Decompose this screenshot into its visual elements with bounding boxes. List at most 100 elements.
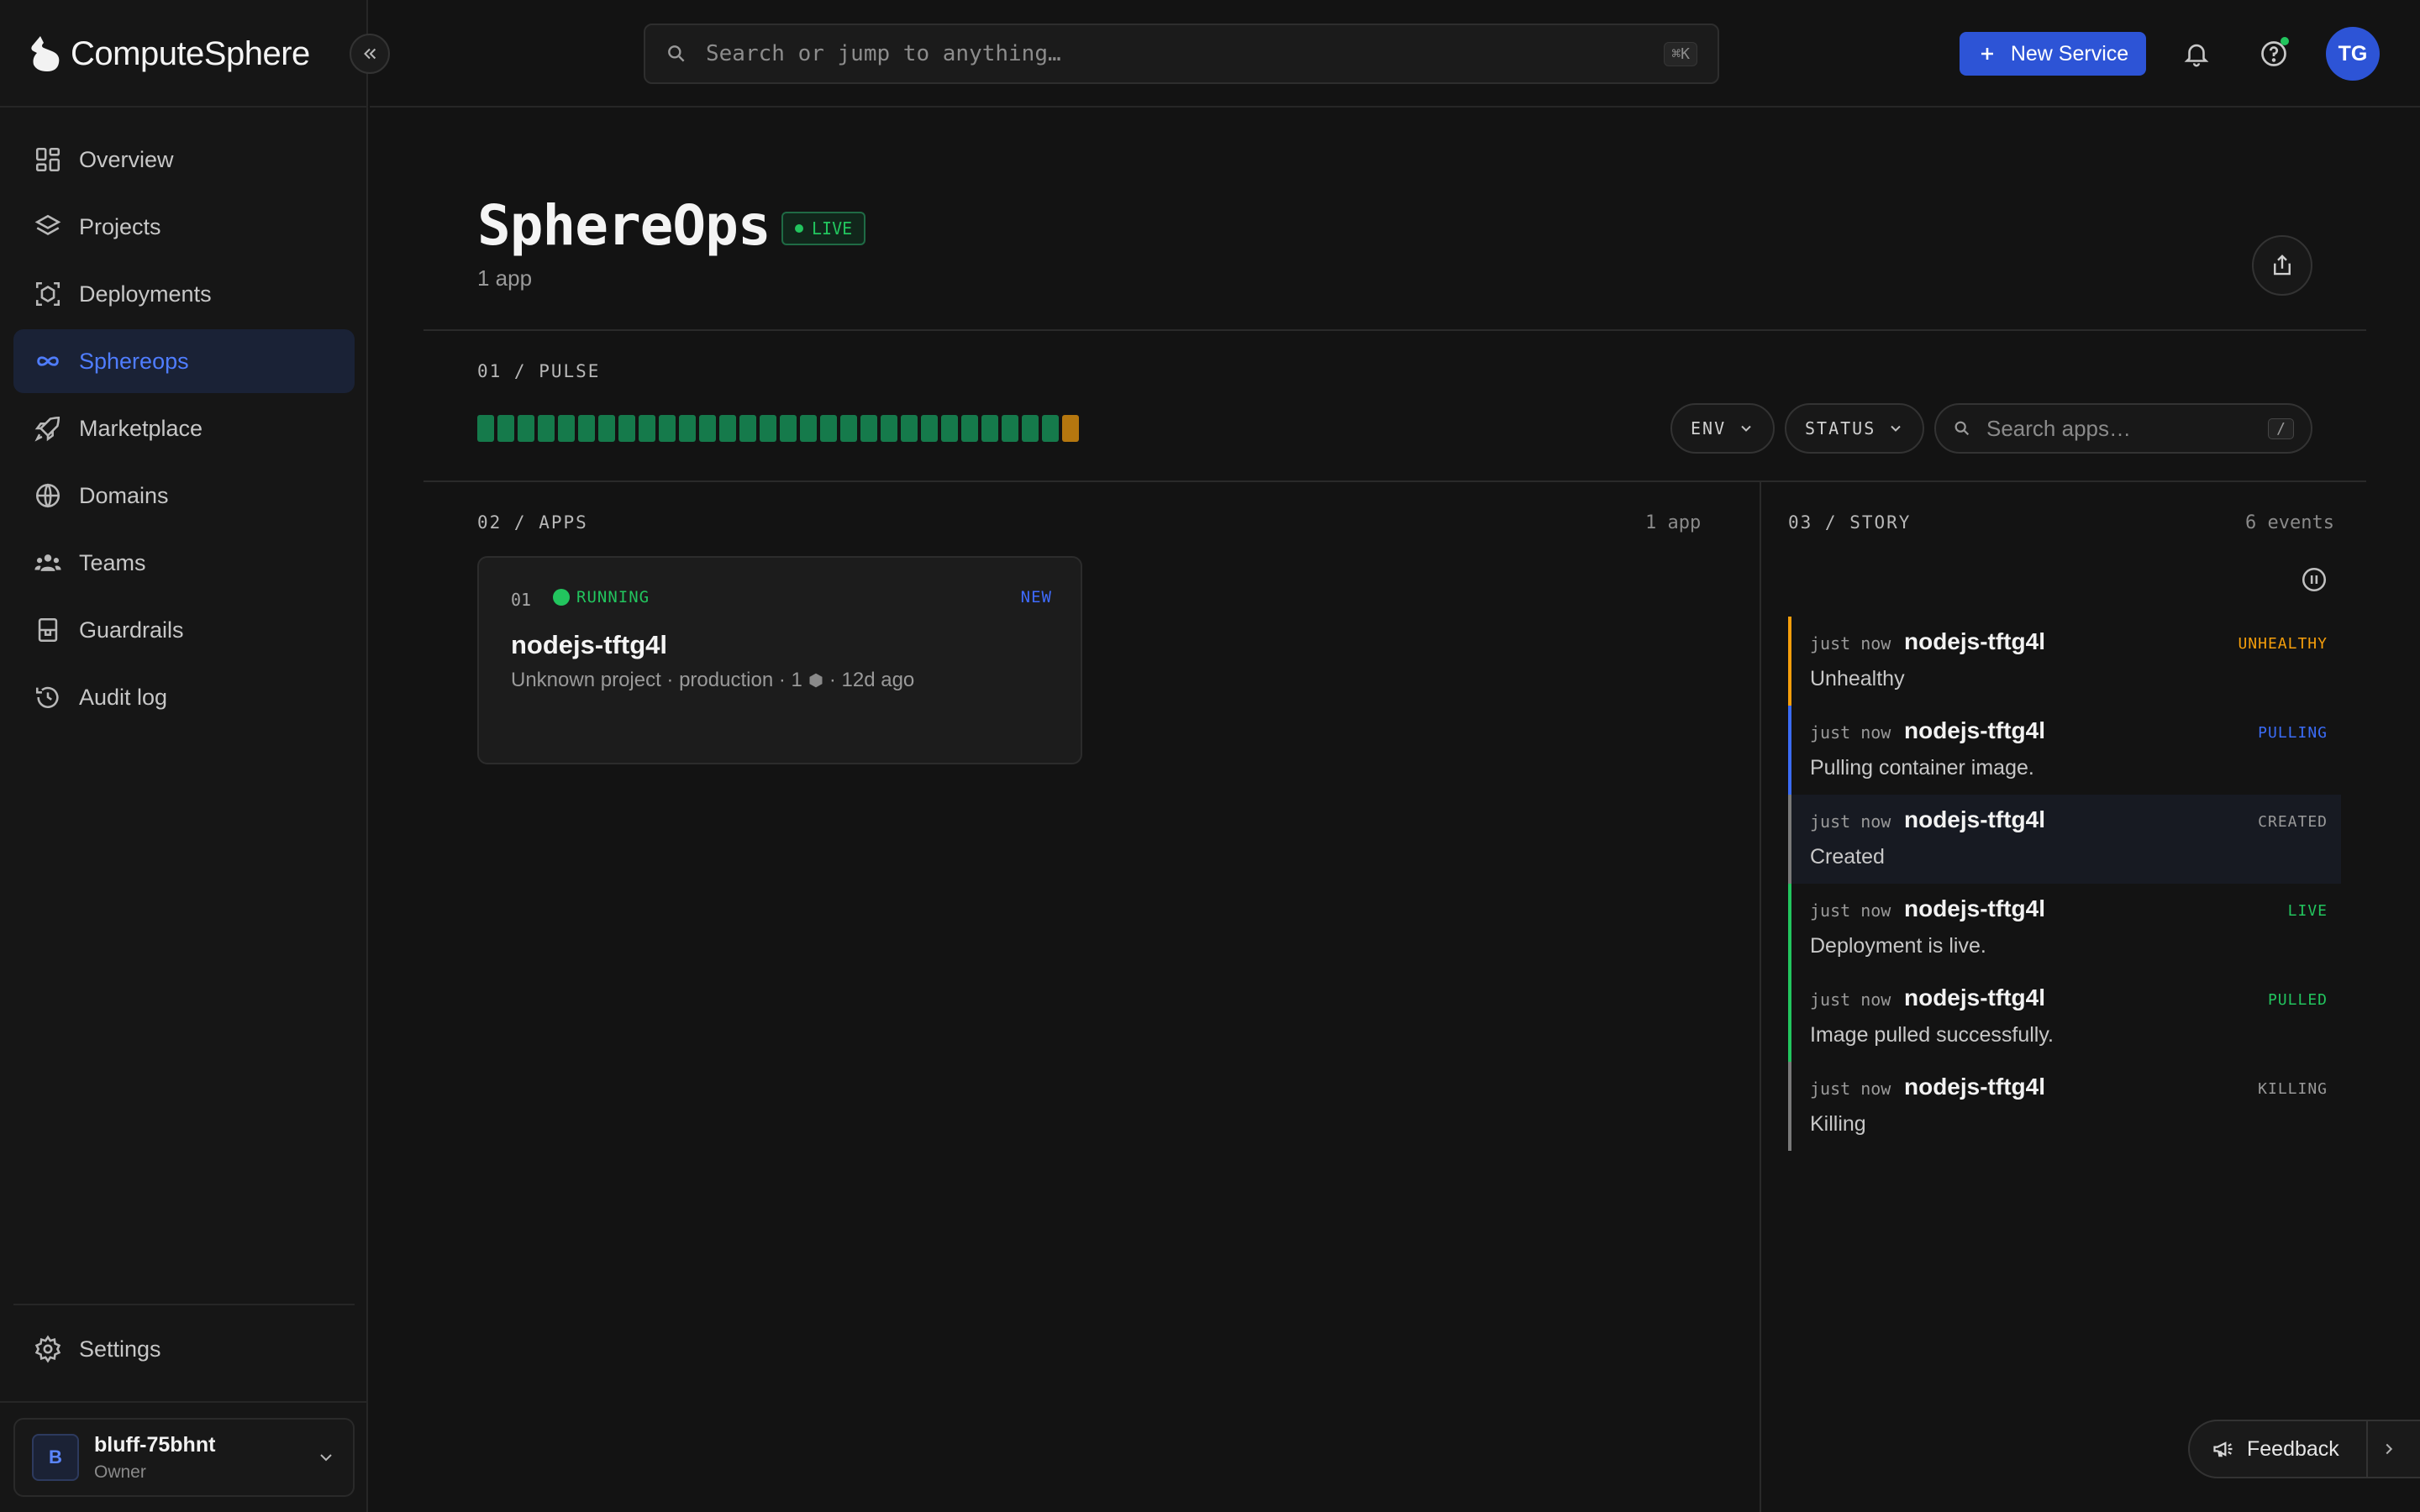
app-card[interactable]: 01 RUNNING NEW nodejs-tftg4l Unknown pro… — [477, 556, 1082, 764]
story-event-list: just now nodejs-tftg4l UNHEALTHY Unhealt… — [1788, 617, 2341, 1151]
pulse-bar-healthy — [477, 415, 494, 442]
help-button[interactable] — [2254, 34, 2294, 74]
pulse-bar-healthy — [820, 415, 837, 442]
event-status: LIVE — [2287, 902, 2328, 920]
collapse-sidebar-button[interactable] — [350, 34, 390, 74]
story-event[interactable]: just now nodejs-tftg4l UNHEALTHY Unhealt… — [1788, 617, 2341, 706]
cube-icon — [35, 281, 60, 307]
pulse-bar-warning — [1062, 415, 1079, 442]
pulse-bar-healthy — [881, 415, 897, 442]
sidebar-item-label: Guardrails — [79, 617, 184, 643]
brand-name: ComputeSphere — [71, 34, 310, 72]
pulse-bar-healthy — [1022, 415, 1039, 442]
event-status: KILLING — [2258, 1080, 2328, 1098]
sidebar-divider — [0, 1401, 368, 1403]
app-index: 01 — [511, 590, 532, 610]
search-icon — [1954, 421, 1970, 436]
env-filter-dropdown[interactable]: ENV — [1670, 403, 1776, 454]
pulse-bar-healthy — [639, 415, 655, 442]
rocket-icon — [34, 416, 60, 442]
infinity-icon — [37, 356, 59, 366]
pause-icon — [2302, 567, 2327, 592]
pulse-bar-healthy — [941, 415, 958, 442]
user-avatar[interactable]: TG — [2326, 27, 2380, 81]
sidebar-item-deployments[interactable]: Deployments — [13, 262, 355, 326]
pulse-bar-healthy — [1002, 415, 1018, 442]
pulse-bar-strip — [477, 415, 1079, 442]
event-app-name: nodejs-tftg4l — [1904, 628, 2045, 654]
users-icon — [34, 554, 61, 571]
sidebar-nav: Overview Projects Deployments Sphereops … — [13, 128, 355, 732]
app-meta-prefix: Unknown project · production · 1 — [511, 669, 802, 691]
notifications-button[interactable] — [2176, 34, 2217, 74]
sidebar-item-projects[interactable]: Projects — [13, 195, 355, 259]
story-event[interactable]: just now nodejs-tftg4l LIVE Deployment i… — [1788, 884, 2341, 973]
feedback-button[interactable]: Feedback — [2188, 1420, 2420, 1478]
live-badge: LIVE — [781, 212, 866, 245]
event-message: Killing — [1810, 1112, 1866, 1136]
chevron-down-icon — [320, 1454, 332, 1462]
app-status: RUNNING — [553, 588, 650, 606]
page-title: SphereOps — [477, 193, 771, 258]
search-apps-input[interactable]: Search apps… / — [1934, 403, 2312, 454]
workspace-info: bluff-75bhnt Owner — [94, 1433, 301, 1483]
section-divider — [424, 329, 2366, 331]
global-search-input[interactable]: Search or jump to anything… ⌘K — [644, 24, 1719, 84]
pause-stream-button[interactable] — [2299, 564, 2329, 595]
page-subtitle: 1 app — [477, 265, 533, 291]
event-message: Unhealthy — [1810, 667, 1905, 690]
pulse-section-label: 01 / PULSE — [477, 361, 601, 381]
story-event[interactable]: just now nodejs-tftg4l KILLING Killing — [1788, 1062, 2341, 1151]
sidebar-item-guardrails[interactable]: Guardrails — [13, 598, 355, 662]
apps-count: 1 app — [1645, 512, 1702, 533]
event-time: just now — [1810, 722, 1891, 743]
pulse-bar-healthy — [618, 415, 635, 442]
app-meta-suffix: · 12d ago — [829, 669, 915, 691]
share-button[interactable] — [2252, 235, 2312, 296]
story-event[interactable]: just now nodejs-tftg4l CREATED Created — [1788, 795, 2341, 884]
sidebar-item-domains[interactable]: Domains — [13, 464, 355, 528]
history-icon — [35, 686, 59, 708]
feedback-label: Feedback — [2247, 1436, 2339, 1461]
plus-icon — [1981, 48, 1993, 60]
megaphone-icon — [2213, 1441, 2233, 1457]
sidebar-item-label: Deployments — [79, 281, 212, 307]
search-placeholder: Search or jump to anything… — [706, 41, 1061, 66]
event-time: just now — [1810, 990, 1891, 1010]
live-badge-label: LIVE — [812, 218, 853, 239]
chevron-right-icon[interactable] — [2380, 1440, 2398, 1458]
event-status: CREATED — [2258, 813, 2328, 831]
sidebar-item-settings[interactable]: Settings — [13, 1317, 355, 1381]
search-apps-shortcut: / — [2268, 417, 2294, 439]
brand-logo[interactable]: ComputeSphere — [29, 30, 310, 77]
status-filter-dropdown[interactable]: STATUS — [1785, 403, 1925, 454]
sidebar-divider — [13, 1304, 355, 1305]
sidebar-item-label: Domains — [79, 482, 169, 508]
sidebar-item-label: Audit log — [79, 684, 168, 710]
workspace-switcher[interactable]: B bluff-75bhnt Owner — [13, 1418, 355, 1497]
pulse-bar-healthy — [800, 415, 817, 442]
feedback-divider — [2365, 1420, 2368, 1478]
chevron-down-icon — [1741, 425, 1751, 432]
replica-hexagon-icon — [809, 673, 823, 688]
sidebar-item-sphereops[interactable]: Sphereops — [13, 329, 355, 393]
sidebar-item-label: Projects — [79, 213, 161, 239]
search-shortcut: ⌘K — [1664, 41, 1697, 66]
sidebar-item-label: Sphereops — [79, 348, 189, 374]
pulse-bar-healthy — [901, 415, 918, 442]
new-service-label: New Service — [2010, 41, 2129, 66]
event-app-name: nodejs-tftg4l — [1904, 1074, 2045, 1100]
pulse-bar-healthy — [719, 415, 736, 442]
story-event[interactable]: just now nodejs-tftg4l PULLED Image pull… — [1788, 973, 2341, 1062]
pulse-bar-healthy — [981, 415, 998, 442]
globe-icon — [35, 483, 60, 508]
sidebar-item-marketplace[interactable]: Marketplace — [13, 396, 355, 460]
pulse-bar-healthy — [659, 415, 676, 442]
sidebar-item-audit-log[interactable]: Audit log — [13, 665, 355, 729]
pulse-bar-healthy — [961, 415, 978, 442]
sidebar-item-overview[interactable]: Overview — [13, 128, 355, 192]
event-message: Created — [1810, 845, 1885, 869]
new-service-button[interactable]: New Service — [1960, 32, 2146, 76]
story-event[interactable]: just now nodejs-tftg4l PULLING Pulling c… — [1788, 706, 2341, 795]
sidebar-item-teams[interactable]: Teams — [13, 531, 355, 595]
